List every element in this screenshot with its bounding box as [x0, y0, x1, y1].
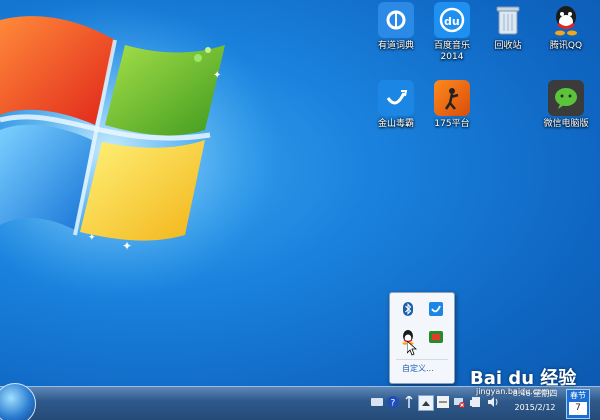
- desktop-icon-175[interactable]: 175平台: [420, 80, 484, 130]
- watermark-brand: Bai du 经验: [470, 368, 577, 389]
- show-hidden-icons-button[interactable]: [418, 395, 434, 411]
- calendar-day: 7: [569, 402, 587, 415]
- wechat-pc-icon: [548, 80, 584, 116]
- windows7-wallpaper: ✦ ✦ ✦: [0, 0, 280, 300]
- svg-text:✦: ✦: [88, 233, 96, 243]
- desktop-icon-label: 腾讯QQ: [549, 41, 583, 51]
- popup-divider: [396, 359, 448, 360]
- recycle-bin-icon: [490, 2, 526, 38]
- desktop-icon-kingsoft[interactable]: 金山毒霸: [364, 80, 428, 130]
- kingsoft-tray-icon[interactable]: [428, 301, 444, 317]
- start-button[interactable]: [0, 383, 36, 420]
- tray-overflow-popup: 自定义...: [389, 292, 455, 384]
- desktop-icon-youdao[interactable]: 有道词典: [364, 2, 428, 52]
- 175-platform-icon: [434, 80, 470, 116]
- usb-icon[interactable]: [402, 395, 416, 409]
- qq-icon: [548, 2, 584, 38]
- desktop: ✦ ✦ ✦ 有道词典 du 百度音乐 2014 回收站 腾讯QQ 金山毒霸 17…: [0, 0, 600, 420]
- svg-text:?: ?: [391, 399, 396, 409]
- svg-text:du: du: [444, 15, 460, 28]
- svg-text:✦: ✦: [122, 239, 132, 253]
- volume-icon[interactable]: [486, 395, 500, 409]
- baidu-jingyan-watermark: Bai du 经验 jingyan.baidu.com: [470, 364, 576, 396]
- desktop-icon-label: 有道词典: [377, 41, 414, 51]
- network-error-icon[interactable]: [452, 395, 466, 409]
- desktop-icon-recycle-bin[interactable]: 回收站: [476, 2, 540, 52]
- desktop-icon-wechat[interactable]: 微信电脑版: [534, 80, 598, 130]
- desktop-icon-label: 微信电脑版: [543, 119, 589, 129]
- baidu-music-icon: du: [434, 2, 470, 38]
- desktop-icon-baidu-music[interactable]: du 百度音乐 2014: [420, 2, 484, 63]
- keyboard-icon[interactable]: [370, 395, 384, 409]
- desktop-icon-label: 百度音乐 2014: [433, 41, 470, 62]
- bluetooth-icon[interactable]: [400, 301, 416, 317]
- mouse-cursor-icon: [407, 341, 417, 356]
- customize-link[interactable]: 自定义...: [402, 363, 434, 374]
- green-app-tray-icon[interactable]: [428, 329, 444, 345]
- action-center-icon[interactable]: [468, 395, 482, 409]
- youdao-dict-icon: [378, 2, 414, 38]
- desktop-icon-label: 金山毒霸: [377, 119, 414, 129]
- svg-text:✦: ✦: [213, 70, 221, 81]
- desktop-icon-qq[interactable]: 腾讯QQ: [534, 2, 598, 52]
- help-icon[interactable]: ?: [386, 395, 400, 409]
- desktop-icon-label: 回收站: [494, 41, 522, 51]
- desktop-icon-label: 175平台: [434, 119, 470, 129]
- clock-date: 2015/2/12: [514, 403, 556, 412]
- input-method-icon[interactable]: [436, 395, 450, 409]
- kingsoft-antivirus-icon: [378, 80, 414, 116]
